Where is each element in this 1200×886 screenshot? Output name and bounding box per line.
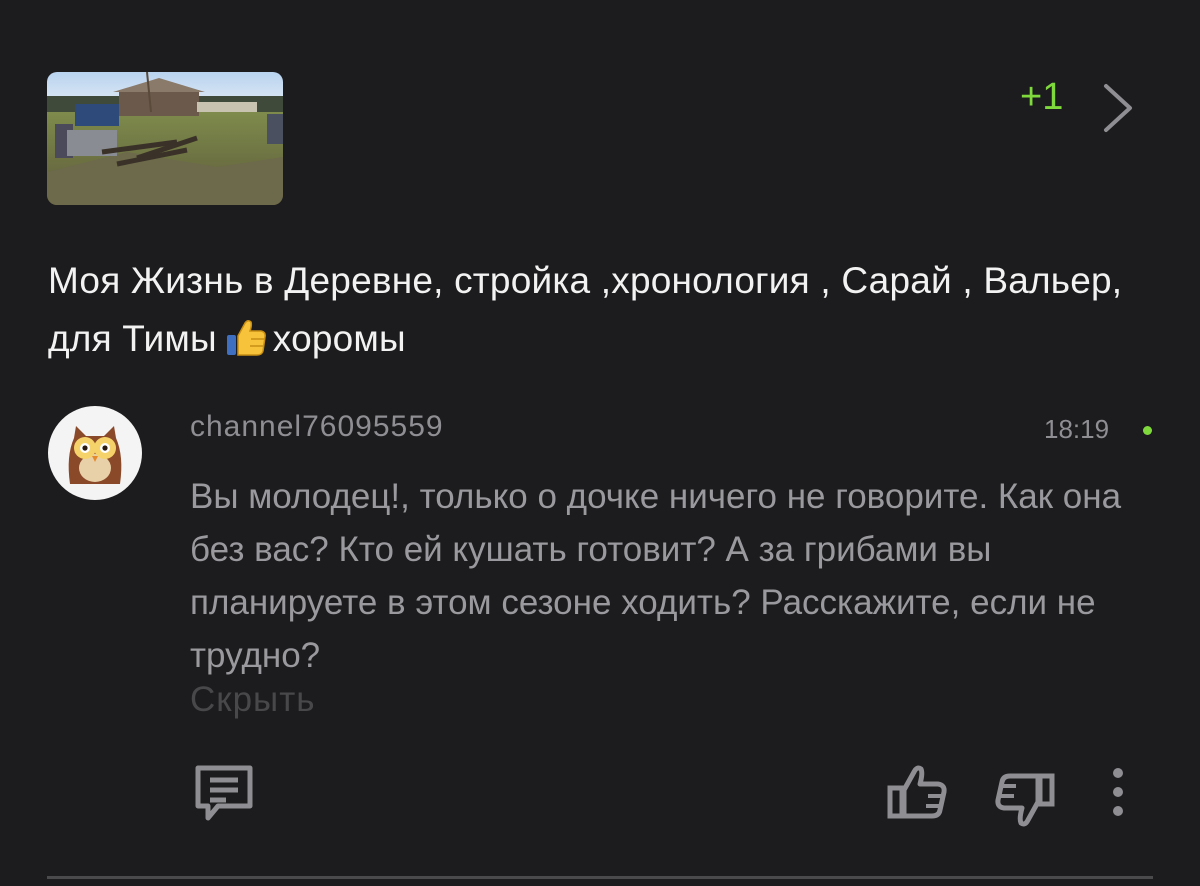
avatar[interactable] <box>48 406 142 500</box>
video-title-text: Моя Жизнь в Деревне, стройка ,хронология… <box>48 260 1123 359</box>
new-indicator-dot <box>1143 426 1152 435</box>
thumb-down-icon[interactable] <box>992 772 1058 835</box>
owl-icon <box>68 426 122 484</box>
more-vertical-icon[interactable] <box>1108 766 1128 823</box>
divider <box>47 876 1153 879</box>
thumbs-up-emoji-icon <box>225 317 267 376</box>
video-title[interactable]: Моя Жизнь в Деревне, стройка ,хронология… <box>48 252 1158 376</box>
hide-button[interactable]: Скрыть <box>190 680 315 720</box>
video-title-text-end: хоромы <box>272 318 406 359</box>
rating-counter: +1 <box>1020 76 1064 118</box>
comment-text: Вы молодец!, только о дочке ничего не го… <box>190 477 1122 675</box>
video-thumbnail[interactable] <box>47 72 283 205</box>
chevron-right-icon[interactable] <box>1100 82 1136 134</box>
comment-time: 18:19 <box>1044 414 1110 444</box>
comment-icon[interactable] <box>192 764 256 829</box>
comment-author[interactable]: channel76095559 <box>190 410 444 444</box>
thumb-up-icon[interactable] <box>884 762 950 825</box>
